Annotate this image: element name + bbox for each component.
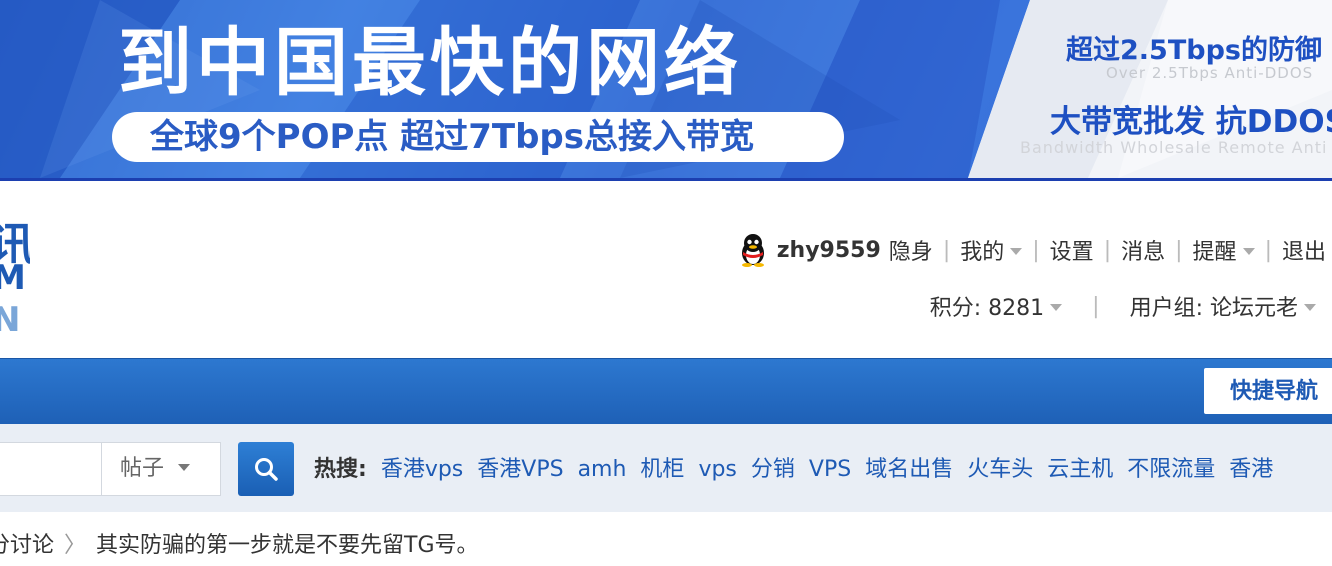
search-type-label: 帖子 xyxy=(120,456,165,481)
qq-penguin-icon xyxy=(741,234,764,267)
chevron-down-icon xyxy=(1304,303,1316,311)
username-link[interactable]: zhy9559 xyxy=(777,238,881,263)
breadcrumb-parent-link[interactable]: 分讨论 xyxy=(0,533,54,558)
banner-right-line1: 超过2.5Tbps的防御 xyxy=(1066,35,1322,66)
hot-search-term[interactable]: 云主机 xyxy=(1047,457,1113,482)
hot-search-term[interactable]: vps xyxy=(698,457,736,482)
separator: | xyxy=(1264,237,1272,263)
logo-char-3: N xyxy=(0,300,21,338)
separator: | xyxy=(1103,237,1112,263)
ad-banner[interactable]: 到中国最快的网络 全球9个POP点 超过7Tbps总接入带宽 超过2.5Tbps… xyxy=(0,0,1332,178)
banner-divider xyxy=(0,178,1332,181)
chevron-right-icon: 〉 xyxy=(64,533,87,558)
separator: | xyxy=(942,237,951,263)
breadcrumb-current: 其实防骗的第一步就是不要先留TG号。 xyxy=(96,533,479,558)
banner-right-sub2: Bandwidth Wholesale Remote Anti xyxy=(1020,138,1328,157)
quick-nav-label: 快捷导航 xyxy=(1230,379,1319,404)
search-icon xyxy=(255,458,278,481)
user-toolbar: zhy9559 隐身 | 我的 | 设置 | 消息 | 提醒 | 退出 xyxy=(737,230,1326,270)
hot-search: 热搜: 香港vps 香港VPS amh 机柜 vps 分销 VPS 域名出售 火车头 云主机 不限流量… xyxy=(314,450,1287,490)
hot-search-term[interactable]: 香港 xyxy=(1229,457,1273,482)
credits-menu[interactable]: 积分: 8281 xyxy=(929,290,1063,322)
stealth-link[interactable]: 隐身 xyxy=(889,234,933,266)
credits-label: 积分: 8281 xyxy=(929,296,1045,321)
separator: | xyxy=(1092,293,1100,319)
chevron-down-icon xyxy=(1242,247,1255,255)
separator: | xyxy=(1175,237,1183,263)
hot-search-label: 热搜: xyxy=(314,457,367,482)
site-logo[interactable]: 讯 M N xyxy=(0,208,30,338)
hot-search-term[interactable]: 域名出售 xyxy=(865,457,953,482)
banner-right-panel: 超过2.5Tbps的防御 Over 2.5Tbps Anti-DDOS 大带宽批… xyxy=(968,0,1332,178)
banner-right-line2: 大带宽批发 抗DDOS xyxy=(1050,104,1332,140)
hot-search-term[interactable]: 不限流量 xyxy=(1127,457,1215,482)
chevron-down-icon xyxy=(178,463,191,471)
hot-search-term[interactable]: 火车头 xyxy=(967,457,1033,482)
separator: | xyxy=(1032,237,1040,263)
messages-link[interactable]: 消息 xyxy=(1121,234,1165,266)
hot-search-term[interactable]: 机柜 xyxy=(640,457,684,482)
hot-search-term[interactable]: amh xyxy=(578,457,627,482)
user-group-menu[interactable]: 用户组: 论坛元老 xyxy=(1130,290,1316,322)
banner-right-sub1: Over 2.5Tbps Anti-DDOS xyxy=(1106,64,1314,82)
hot-search-term[interactable]: 香港vps xyxy=(381,457,463,482)
logout-link[interactable]: 退出 xyxy=(1282,234,1326,266)
mine-label: 我的 xyxy=(960,240,1005,265)
user-stats: 积分: 8281 | 用户组: 论坛元老 xyxy=(930,286,1316,326)
settings-link[interactable]: 设置 xyxy=(1050,234,1094,266)
search-type-select[interactable]: 帖子 xyxy=(101,442,221,496)
reminders-menu[interactable]: 提醒 xyxy=(1193,234,1255,266)
search-button[interactable] xyxy=(238,442,294,496)
search-input[interactable] xyxy=(0,442,102,496)
banner-pill-text: 全球9个POP点 超过7Tbps总接入带宽 xyxy=(150,117,754,157)
banner-headline: 到中国最快的网络 xyxy=(118,20,742,106)
reminders-label: 提醒 xyxy=(1192,240,1237,265)
user-group-label: 用户组: 论坛元老 xyxy=(1129,296,1298,321)
hot-search-term[interactable]: VPS xyxy=(809,457,851,482)
hot-search-term[interactable]: 香港VPS xyxy=(477,457,563,482)
logo-char-2: M xyxy=(0,258,26,298)
chevron-down-icon xyxy=(1050,303,1063,311)
breadcrumb: 分讨论〉其实防骗的第一步就是不要先留TG号。 xyxy=(0,526,479,566)
main-nav-bar xyxy=(0,358,1332,425)
chevron-down-icon xyxy=(1010,247,1023,255)
mine-menu[interactable]: 我的 xyxy=(960,234,1023,266)
hot-search-term[interactable]: 分销 xyxy=(751,457,795,482)
